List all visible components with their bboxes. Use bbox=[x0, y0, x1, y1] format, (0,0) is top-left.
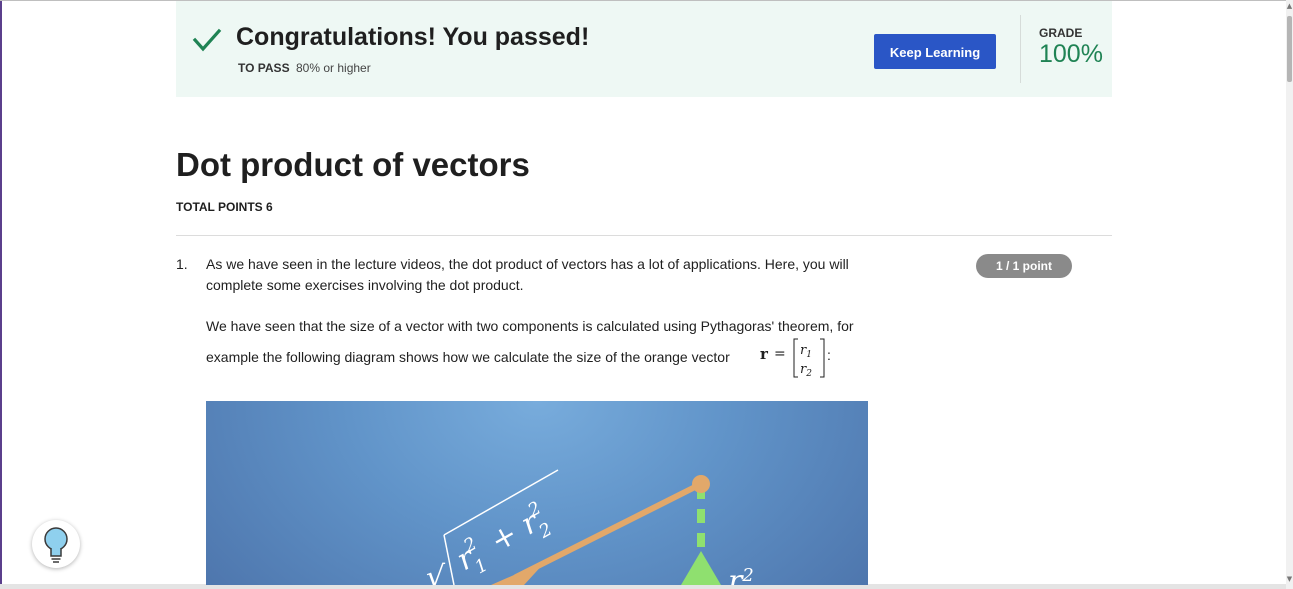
points-badge: 1 / 1 point bbox=[976, 254, 1072, 278]
question-text-line1: We have seen that the size of a vector w… bbox=[206, 318, 854, 334]
formula-colon: : bbox=[827, 347, 831, 363]
page-title: Dot product of vectors bbox=[176, 146, 530, 183]
question-intro-text: As we have seen in the lecture videos, t… bbox=[206, 256, 849, 293]
matrix-entry-r2: r2 bbox=[800, 362, 812, 378]
hypotenuse-label: r21 + r22 bbox=[449, 498, 556, 585]
scroll-down-arrow-icon[interactable]: ▼ bbox=[1286, 575, 1293, 583]
diagram-canvas: r21 + r22 √ r2 bbox=[426, 469, 754, 585]
question-number: 1. bbox=[176, 256, 188, 272]
to-pass-value: 80% or higher bbox=[296, 61, 371, 75]
pythagoras-diagram: r21 + r22 √ r2 bbox=[206, 401, 868, 585]
orange-vector-tip bbox=[692, 475, 710, 493]
section-divider bbox=[176, 235, 1112, 236]
pass-title: Congratulations! You passed! bbox=[236, 23, 590, 51]
pass-banner: Congratulations! You passed! TO PASS 80%… bbox=[176, 1, 1112, 97]
vector-symbol: r bbox=[760, 345, 768, 363]
lightbulb-icon bbox=[44, 527, 68, 563]
side-r2-arrowhead bbox=[681, 551, 721, 585]
vertical-scrollbar[interactable]: ▲ ▼ bbox=[1286, 0, 1293, 589]
to-pass-label: TO PASS bbox=[238, 61, 290, 75]
column-vector-matrix: r1 r2 bbox=[793, 338, 825, 378]
window-left-edge bbox=[0, 0, 2, 589]
hypotenuse-bracket bbox=[443, 534, 455, 585]
checkmark-icon bbox=[192, 28, 222, 52]
equals-sign: = bbox=[774, 346, 786, 362]
scrollbar-thumb[interactable] bbox=[1287, 16, 1292, 82]
grade-label: GRADE bbox=[1039, 26, 1083, 40]
question-text-line2: example the following diagram shows how … bbox=[206, 349, 730, 365]
total-points: TOTAL POINTS 6 bbox=[176, 200, 273, 214]
scroll-up-arrow-icon[interactable]: ▲ bbox=[1286, 2, 1293, 10]
grade-value: 100% bbox=[1039, 40, 1103, 68]
side-r2-label: r2 bbox=[728, 564, 754, 585]
radical-sign: √ bbox=[426, 560, 446, 585]
matrix-entry-r1: r1 bbox=[800, 343, 812, 360]
keep-learning-button[interactable]: Keep Learning bbox=[874, 34, 996, 69]
banner-divider bbox=[1020, 15, 1021, 83]
hint-lightbulb-button[interactable] bbox=[32, 520, 80, 568]
